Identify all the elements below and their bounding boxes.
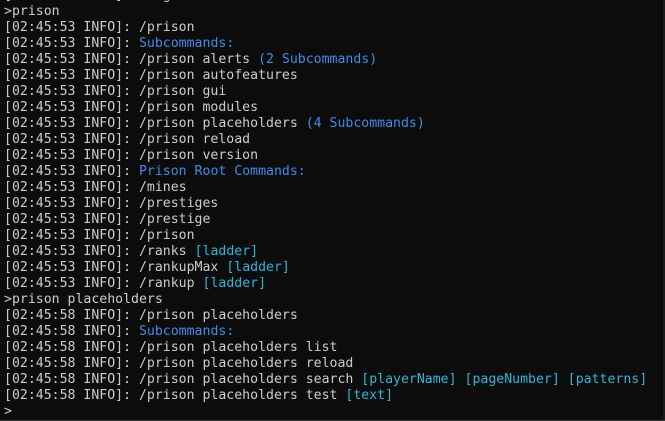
log-text: [02:45:53 INFO]: /rankupMax xyxy=(4,260,227,275)
log-text: [02:45:53 INFO]: /prison modules xyxy=(4,100,259,115)
console-line: [02:45:58 INFO]: /prison placeholders te… xyxy=(4,388,647,404)
console-line: [02:45:53 INFO]: /prison reload xyxy=(4,132,647,148)
log-text: [02:45:58 INFO]: /prison placeholders li… xyxy=(4,340,338,355)
console-line: [02:45:53 INFO]: /prison modules xyxy=(4,100,647,116)
log-text: [02:45:53 INFO]: /prison autofeatures xyxy=(4,68,298,83)
server-console-window[interactable]: [02:45:53 INFO]: Pong!>prison[02:45:53 I… xyxy=(0,0,665,421)
console-output: [02:45:53 INFO]: Pong!>prison[02:45:53 I… xyxy=(4,0,647,420)
console-line: [02:45:53 INFO]: /prison autofeatures xyxy=(4,68,647,84)
section-heading-text: Subcommands: xyxy=(138,36,235,51)
log-text: [02:45:53 INFO]: /rankup xyxy=(4,276,203,291)
log-text: [02:45:58 INFO]: /prison placeholders te… xyxy=(4,388,346,403)
console-line: [02:45:53 INFO]: /prison version xyxy=(4,148,647,164)
console-line: [02:45:58 INFO]: /prison placeholders se… xyxy=(4,372,647,388)
console-line: [02:45:58 INFO]: /prison placeholders xyxy=(4,308,647,324)
console-line: [02:45:53 INFO]: /prison xyxy=(4,228,647,244)
log-text: [02:45:53 INFO]: /prison reload xyxy=(4,132,251,147)
console-line: [02:45:58 INFO]: Subcommands: xyxy=(4,324,647,340)
section-heading-text: Prison Root Commands: xyxy=(138,164,306,179)
console-line: [02:45:53 INFO]: /rankupMax [ladder] xyxy=(4,260,647,276)
console-line: [02:45:58 INFO]: /prison placeholders li… xyxy=(4,340,647,356)
console-line: [02:45:53 INFO]: /rankup [ladder] xyxy=(4,276,647,292)
argument-text: [ladder] xyxy=(226,260,290,275)
log-text: [02:45:53 INFO]: /prison placeholders xyxy=(4,116,306,131)
command-prompt-line[interactable]: > xyxy=(4,404,647,420)
log-text: [02:45:53 INFO]: /mines xyxy=(4,180,187,195)
log-text: [02:45:53 INFO]: xyxy=(4,36,139,51)
log-text: >prison xyxy=(4,4,60,19)
log-text: [02:45:53 INFO]: /prison alerts xyxy=(4,52,259,67)
console-line: [02:45:53 INFO]: Subcommands: xyxy=(4,36,647,52)
section-heading-text: (4 Subcommands) xyxy=(305,116,425,131)
section-heading-text: (2 Subcommands) xyxy=(258,52,378,67)
log-text: >prison placeholders xyxy=(4,292,163,307)
console-line: [02:45:53 INFO]: /prestiges xyxy=(4,196,647,212)
console-line: [02:45:53 INFO]: /ranks [ladder] xyxy=(4,244,647,260)
argument-text: [patterns] xyxy=(567,372,648,387)
log-text: [02:45:53 INFO]: /prestiges xyxy=(4,196,219,211)
log-text: [02:45:58 INFO]: /prison placeholders xyxy=(4,308,298,323)
log-text: [02:45:53 INFO]: Pong! xyxy=(4,0,179,3)
log-text: [02:45:58 INFO]: /prison placeholders re… xyxy=(4,356,354,371)
log-text: > xyxy=(4,404,12,419)
log-text: [02:45:58 INFO]: xyxy=(4,324,139,339)
console-line: [02:45:53 INFO]: /prison gui xyxy=(4,84,647,100)
command-echo-line: >prison xyxy=(4,4,647,20)
log-text: [02:45:53 INFO]: /prison xyxy=(4,228,195,243)
log-text: [02:45:53 INFO]: /prestige xyxy=(4,212,211,227)
argument-text: [playerName] xyxy=(361,372,457,387)
console-line: [02:45:53 INFO]: Prison Root Commands: xyxy=(4,164,647,180)
command-echo-line: >prison placeholders xyxy=(4,292,647,308)
console-line: [02:45:53 INFO]: /mines xyxy=(4,180,647,196)
argument-text: [ladder] xyxy=(202,276,267,291)
console-line: [02:45:53 INFO]: /prison xyxy=(4,20,647,36)
log-text: [02:45:53 INFO]: xyxy=(4,164,139,179)
log-text: [02:45:53 INFO]: /prison version xyxy=(4,148,259,163)
log-text: [02:45:53 INFO]: /prison xyxy=(4,20,195,35)
log-text: [02:45:58 INFO]: /prison placeholders se… xyxy=(4,372,362,387)
console-line: [02:45:53 INFO]: /prestige xyxy=(4,212,647,228)
console-line: [02:45:53 INFO]: /prison placeholders (4… xyxy=(4,116,647,132)
console-line: [02:45:53 INFO]: /prison alerts (2 Subco… xyxy=(4,52,647,68)
section-heading-text: Subcommands: xyxy=(138,324,235,339)
argument-text: [text] xyxy=(345,388,394,403)
log-text: [02:45:53 INFO]: /prison gui xyxy=(4,84,227,99)
log-text: [02:45:53 INFO]: /ranks xyxy=(4,244,195,259)
argument-text: [pageNumber] xyxy=(464,372,560,387)
console-line: [02:45:58 INFO]: /prison placeholders re… xyxy=(4,356,647,372)
argument-text: [ladder] xyxy=(194,244,259,259)
